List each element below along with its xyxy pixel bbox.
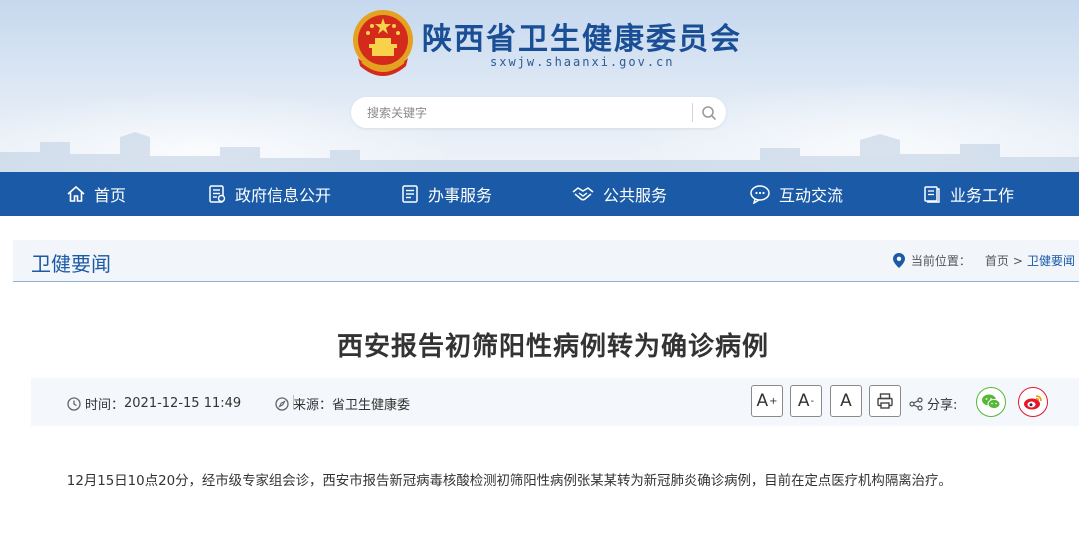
article-time: 时间： 2021-12-15 11:49 [67,394,241,413]
search-divider [692,103,693,122]
clock-icon [67,396,81,411]
time-value: 2021-12-15 11:49 [124,396,242,411]
nav-item-label: 政府信息公开 [235,186,332,205]
plus-icon: + [769,395,778,407]
font-increase-button[interactable]: A + [751,385,783,417]
font-increase-label: A [756,391,769,411]
nav-item-services[interactable]: 办事服务 [400,172,492,216]
breadcrumb-home-link[interactable]: 首页 [985,252,1009,269]
share-weibo-button[interactable] [1018,387,1048,417]
section-title: 卫健要闻 [31,252,111,276]
wechat-icon [982,394,1001,410]
font-reset-label: A [840,391,852,411]
home-icon [67,185,85,202]
minus-icon: - [810,395,815,407]
nav-item-label: 业务工作 [950,186,1015,205]
breadcrumb-current-link[interactable]: 卫健要闻 [1027,252,1075,269]
nav-item-home[interactable]: 首页 [66,172,126,216]
search-button[interactable] [697,101,721,125]
nav-item-business[interactable]: 业务工作 [922,172,1014,216]
article-source: 来源： 省卫生健康委 [275,394,410,413]
compass-icon [275,396,289,411]
location-pin-icon [892,253,905,268]
search-box [351,97,726,128]
search-input[interactable] [367,97,687,128]
source-value: 省卫生健康委 [332,398,411,413]
font-reset-button[interactable]: A [830,385,862,417]
main-nav: 首页 政府信息公开 办事服务 公共服务 互动交流 业务工作 [0,172,1079,216]
nav-item-label: 互动交流 [779,186,844,205]
print-button[interactable] [869,385,901,417]
books-icon [924,186,940,203]
nav-item-label: 公共服务 [603,186,668,205]
time-label: 时间： [85,398,125,413]
nav-item-label: 首页 [94,186,127,205]
chat-icon [750,185,770,204]
font-decrease-button[interactable]: A- [790,385,822,417]
nav-item-label: 办事服务 [428,186,493,205]
site-header: 陕西省卫生健康委员会 sxwjw.shaanxi.gov.cn [0,0,1079,172]
share-text: 分享: [927,398,958,413]
handshake-icon [572,187,594,201]
service-list-icon [402,185,418,203]
font-decrease-label: A [797,391,810,411]
source-label: 来源： [293,398,333,413]
article-title: 西安报告初筛阳性病例转为确诊病例 [336,332,769,362]
national-emblem-icon [353,10,413,76]
document-icon [209,185,226,203]
breadcrumb-label: 当前位置： [910,254,971,268]
printer-icon [877,393,893,409]
section-header: 卫健要闻 当前位置： 首页 > 卫健要闻 [13,240,1079,282]
share-icon [909,396,923,411]
article-body: 12月15日10点20分，经市级专家组会诊，西安市报告新冠病毒核酸检测初筛阳性病… [66,474,952,489]
site-domain: sxwjw.shaanxi.gov.cn [490,55,675,69]
breadcrumb-separator: > [1012,253,1023,268]
nav-item-public-services[interactable]: 公共服务 [571,172,667,216]
nav-item-interaction[interactable]: 互动交流 [749,172,843,216]
nav-item-gov-info[interactable]: 政府信息公开 [207,172,331,216]
share-wechat-button[interactable] [976,387,1006,417]
weibo-icon [1024,395,1042,410]
site-title: 陕西省卫生健康委员会 [422,22,742,57]
share-label: 分享: [909,394,957,413]
breadcrumb: 当前位置： 首页 > 卫健要闻 [892,252,1075,269]
search-icon [702,106,716,120]
